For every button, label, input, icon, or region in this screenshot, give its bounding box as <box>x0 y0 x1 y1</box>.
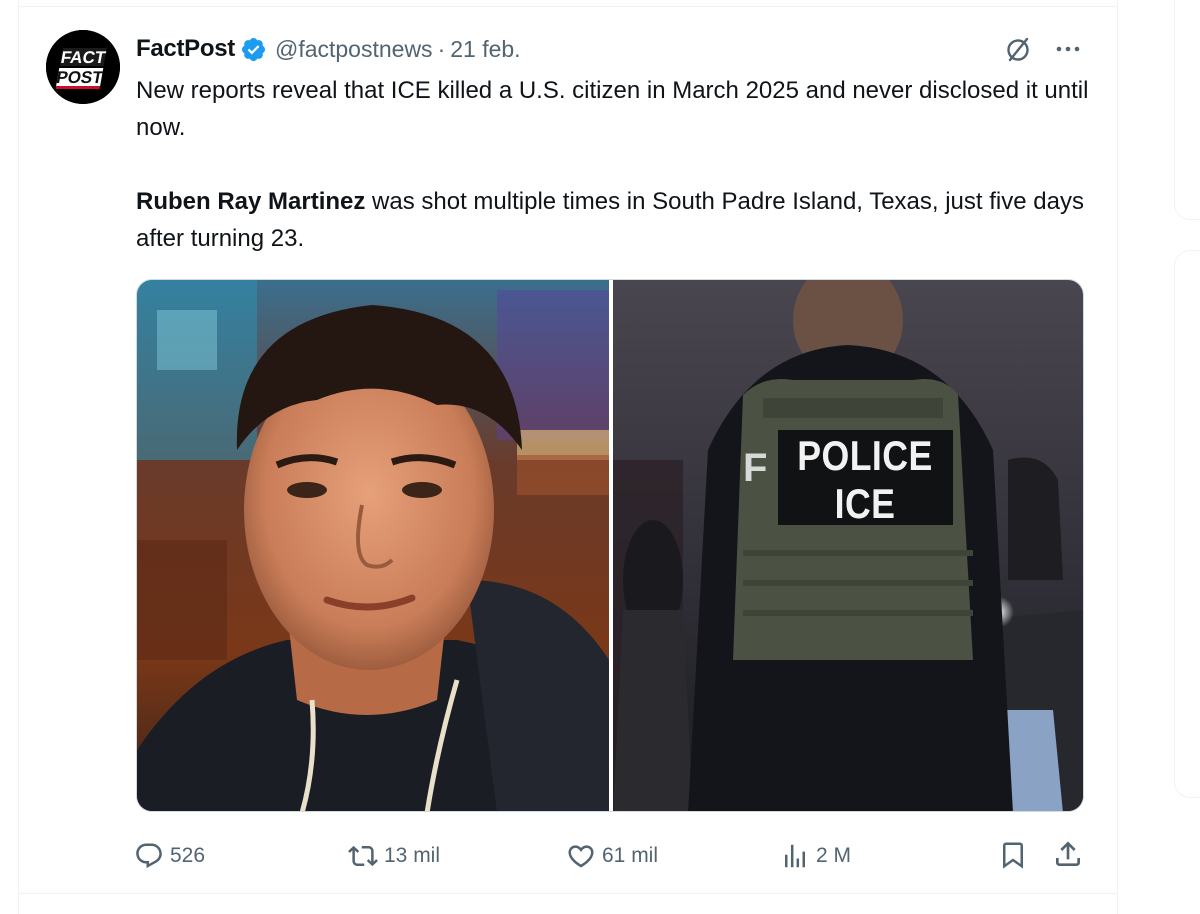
author-display-name[interactable]: FactPost <box>136 35 235 63</box>
sidebar-card <box>1174 250 1200 798</box>
repost-icon <box>348 845 378 867</box>
tweet-media[interactable]: F POLICE ICE <box>136 279 1084 812</box>
divider <box>19 893 1117 894</box>
bold-name: Ruben Ray Martinez <box>136 188 366 215</box>
vest-partial-letter: F <box>743 446 768 490</box>
like-count: 61 mil <box>602 844 659 867</box>
like-button[interactable]: 61 mil <box>566 839 658 873</box>
separator-dot: · <box>437 35 446 62</box>
bookmark-icon[interactable] <box>998 840 1028 870</box>
portrait-photo <box>137 280 609 811</box>
sidebar-card <box>1174 0 1200 220</box>
tweet-paragraph: New reports reveal that ICE killed a U.S… <box>136 77 1089 141</box>
grok-icon[interactable] <box>1002 33 1034 65</box>
author-handle[interactable]: @factpostnews <box>275 36 433 63</box>
heart-icon <box>568 845 594 868</box>
divider <box>19 6 1117 7</box>
reply-button[interactable]: 526 <box>134 839 205 873</box>
views-chart-icon <box>785 844 805 868</box>
avatar-text-post: POST <box>55 67 105 87</box>
vest-text-police: POLICE <box>797 432 933 479</box>
media-image-portrait[interactable] <box>137 280 609 811</box>
media-image-officer[interactable]: F POLICE ICE <box>613 280 1083 811</box>
reply-count: 526 <box>170 844 206 867</box>
factpost-logo: FACT POST <box>46 30 120 104</box>
tweet-text: New reports reveal that ICE killed a U.S… <box>136 72 1096 257</box>
tweet-date[interactable]: 21 feb. <box>450 36 520 63</box>
reply-icon <box>136 843 162 869</box>
officer-photo <box>613 280 1083 811</box>
repost-button[interactable]: 13 mil <box>348 839 440 873</box>
share-icon[interactable] <box>1052 838 1084 870</box>
more-icon[interactable] <box>1052 38 1084 60</box>
avatar-text-fact: FACT <box>59 47 107 67</box>
views-count: 2 M <box>816 844 852 867</box>
verified-badge-icon <box>241 37 265 61</box>
vest-text-ice: ICE <box>834 480 896 527</box>
repost-count: 13 mil <box>384 844 441 867</box>
views-button[interactable]: 2 M <box>780 839 851 873</box>
tweet-header: FactPost @factpostnews · 21 feb. <box>136 32 521 66</box>
tweet-paragraph: Ruben Ray Martinez was shot multiple tim… <box>136 183 1096 257</box>
page: FACT POST FactPost @factpostnews · 21 fe… <box>0 0 1200 914</box>
avatar[interactable]: FACT POST <box>46 30 120 104</box>
